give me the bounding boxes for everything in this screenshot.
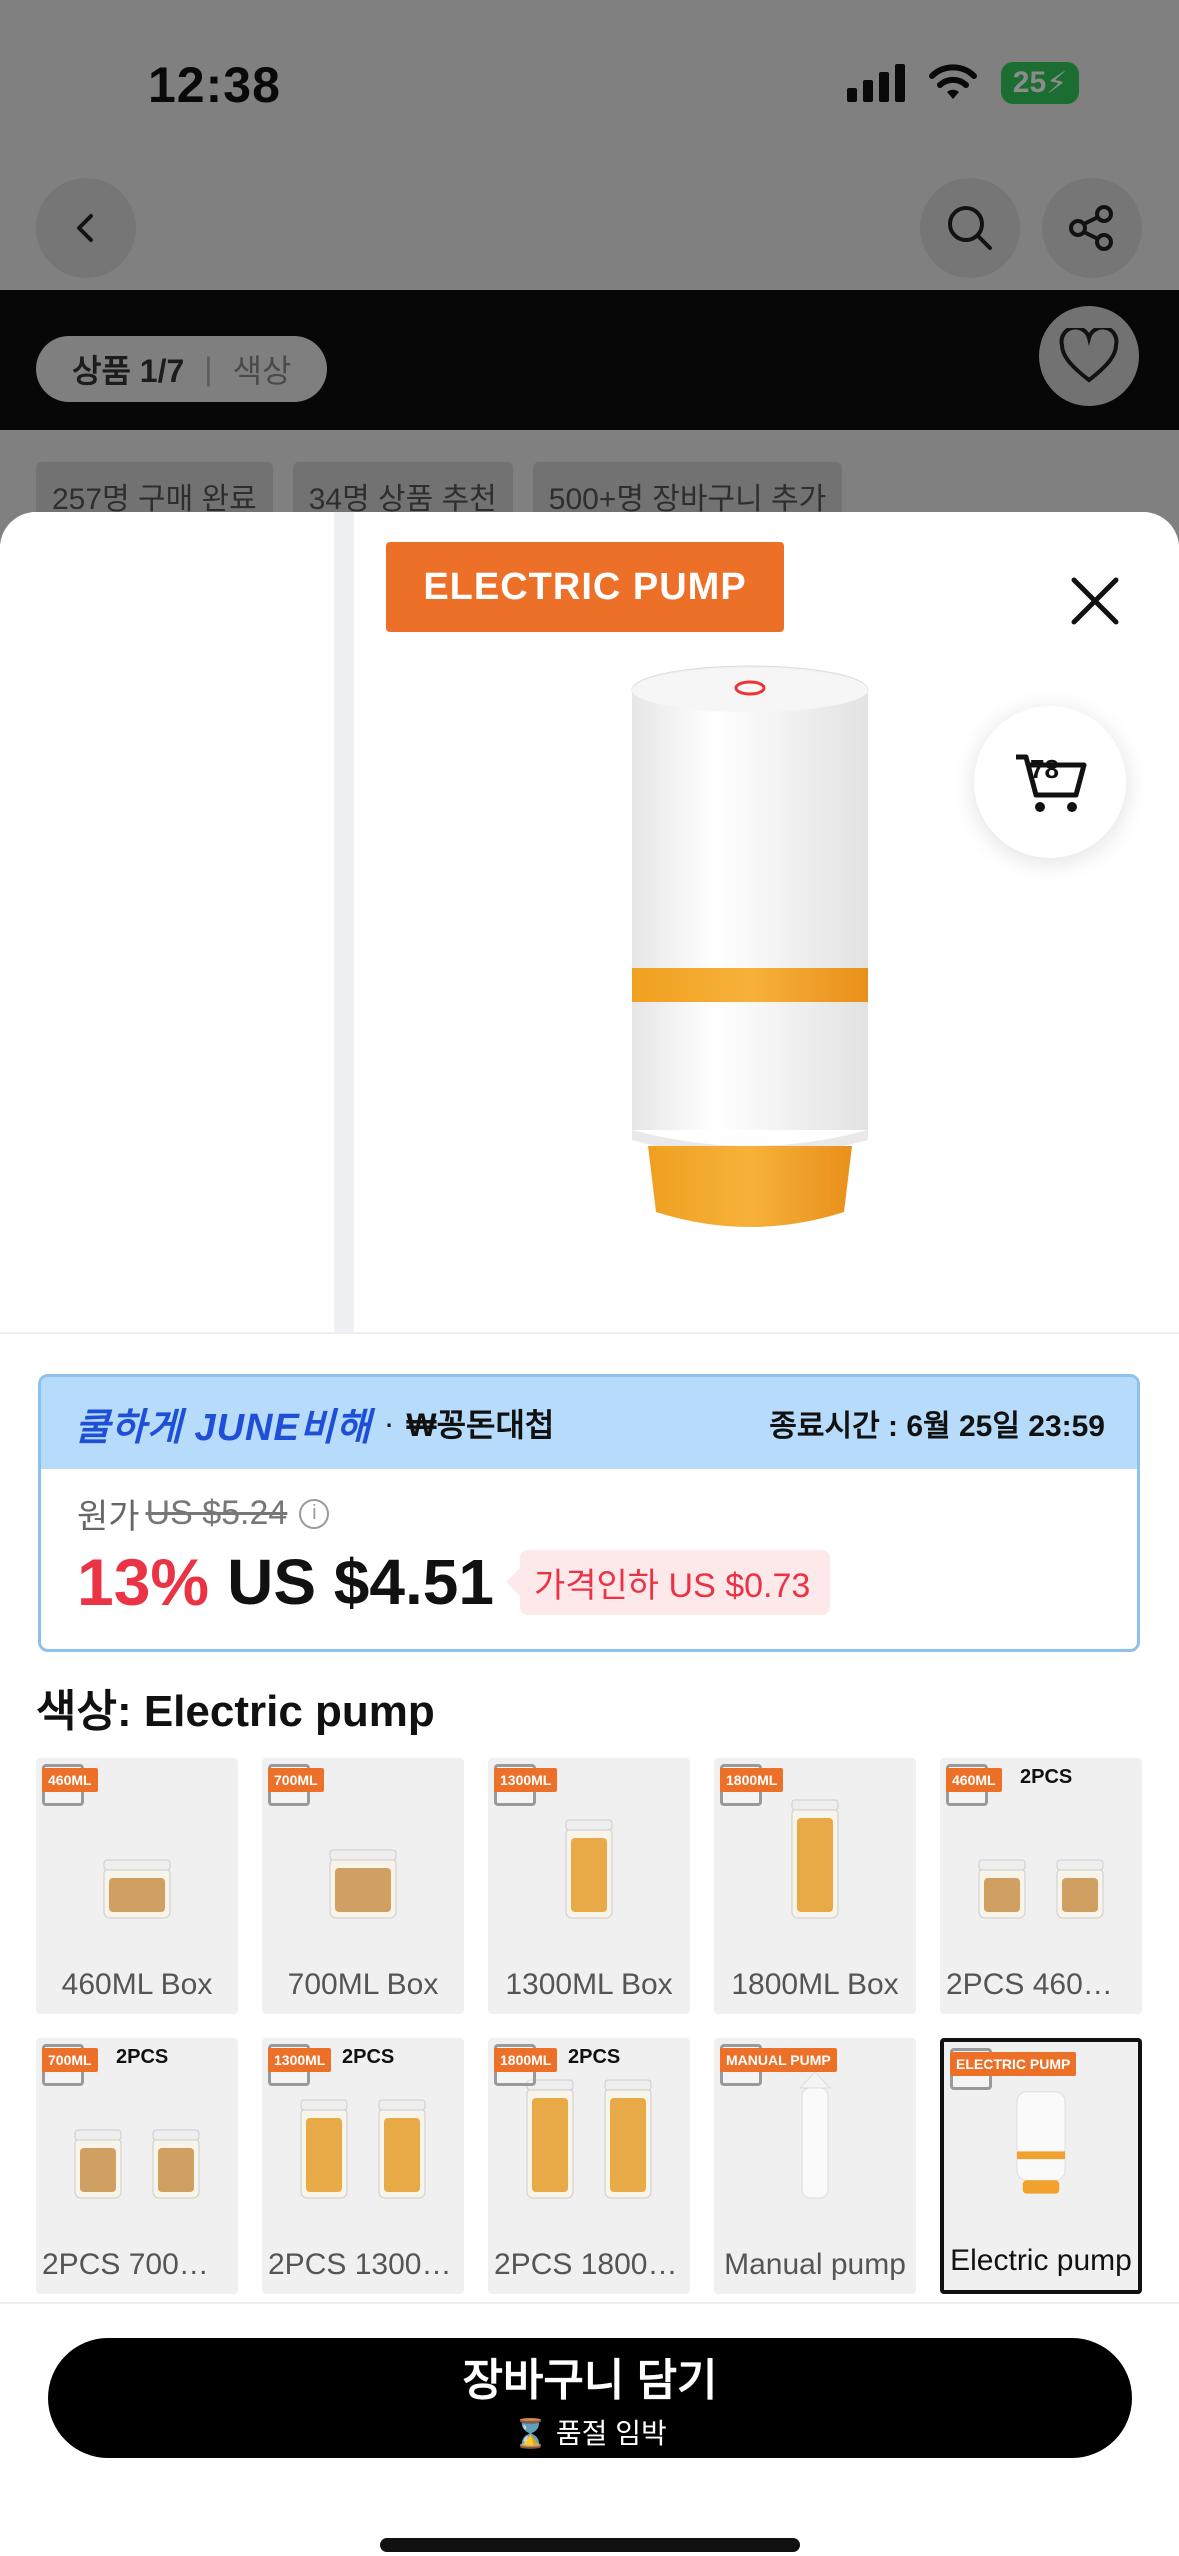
- promo-end-time: 종료시간 : 6월 25일 23:59: [769, 1410, 1105, 1443]
- option-badge: 700ML: [42, 2048, 98, 2072]
- option-pack-label: 2PCS: [116, 2046, 169, 2068]
- option-badge: MANUAL PUMP: [720, 2048, 837, 2072]
- color-option[interactable]: 460ML 2PCS 2PCS 460ML Box: [940, 1758, 1142, 2014]
- price-drop-tag: 가격인하 US $0.73: [505, 1549, 831, 1615]
- color-option[interactable]: 700ML 700ML Box: [262, 1758, 464, 2014]
- original-price-row: 원가 US $5.24 i: [77, 1489, 1101, 1538]
- option-badge: ELECTRIC PUMP: [950, 2052, 1077, 2076]
- promo-header: 쿨하게 JUNE비해 · ₩꽁돈대첩 종료시간 : 6월 25일 23:59: [41, 1377, 1137, 1469]
- option-badge: 700ML: [268, 1768, 324, 1792]
- promo-price-box: 쿨하게 JUNE비해 · ₩꽁돈대첩 종료시간 : 6월 25일 23:59 원…: [38, 1374, 1140, 1652]
- current-price: US $4.51: [227, 1546, 494, 1618]
- option-pack-label: 2PCS: [1020, 1766, 1073, 1788]
- image-tag: ELECTRIC PUMP: [386, 542, 784, 632]
- option-badge: 1800ML: [494, 2048, 558, 2072]
- color-option[interactable]: MANUAL PUMP Manual pump: [714, 2038, 916, 2294]
- selected-color-title: 색상: Electric pump: [36, 1687, 435, 1736]
- cart-count: 78: [1030, 754, 1059, 784]
- option-badge: 1300ML: [268, 2048, 332, 2072]
- color-option[interactable]: 460ML 460ML Box: [36, 1758, 238, 2014]
- carousel-divider: [334, 512, 354, 1334]
- cart-button[interactable]: 78: [974, 706, 1126, 858]
- option-pack-label: 2PCS: [568, 2046, 621, 2068]
- color-option[interactable]: 1800ML 2PCS 2PCS 1800ML Box: [488, 2038, 690, 2294]
- option-badge: 460ML: [42, 1768, 98, 1792]
- discount-percent: 13%: [77, 1545, 210, 1619]
- variant-sheet: ELECTRIC PUMP 78 쿨하게 JUNE비해 · ₩꽁돈대첩 종료시간…: [0, 512, 1179, 2556]
- option-badge: 460ML: [946, 1768, 1002, 1792]
- option-label: 2PCS 1800ML Box: [494, 2248, 690, 2281]
- hero-divider-line: [0, 1332, 1179, 1334]
- option-badge: 1300ML: [494, 1768, 558, 1792]
- option-label: 700ML Box: [287, 1968, 439, 2001]
- promo-brand: 쿨하게 JUNE비해: [75, 1406, 372, 1449]
- color-option[interactable]: 1300ML 2PCS 2PCS 1300ML Box: [262, 2038, 464, 2294]
- color-option[interactable]: 700ML 2PCS 2PCS 700ML Box: [36, 2038, 238, 2294]
- color-option[interactable]: ELECTRIC PUMP Electric pump: [940, 2038, 1142, 2294]
- promo-separator: ·: [383, 1404, 395, 1441]
- option-label: Manual pump: [724, 2248, 906, 2281]
- add-to-cart-label: 장바구니 담기: [462, 2356, 718, 2405]
- option-label: 1300ML Box: [505, 1968, 673, 2001]
- close-icon[interactable]: [1060, 566, 1130, 636]
- home-indicator[interactable]: [380, 2538, 800, 2552]
- low-stock-label: ⌛ 품절 임박: [513, 2418, 667, 2449]
- option-label: 2PCS 460ML Box: [946, 1968, 1142, 2001]
- current-price-row: 13% US $4.51 가격인하 US $0.73: [77, 1544, 1101, 1620]
- color-option[interactable]: 1800ML 1800ML Box: [714, 1758, 916, 2014]
- promo-subtitle: ₩꽁돈대첩: [406, 1407, 555, 1443]
- color-option[interactable]: 1300ML 1300ML Box: [488, 1758, 690, 2014]
- original-price-label: 원가: [77, 1498, 140, 1536]
- sheet-footer: 장바구니 담기 ⌛ 품절 임박: [0, 2302, 1179, 2556]
- price-section: 원가 US $5.24 i 13% US $4.51 가격인하 US $0.73: [41, 1469, 1137, 1640]
- add-to-cart-button[interactable]: 장바구니 담기 ⌛ 품절 임박: [48, 2338, 1132, 2458]
- option-label: 2PCS 1300ML Box: [268, 2248, 464, 2281]
- electric-pump-image: [631, 665, 869, 1227]
- option-label: Electric pump: [950, 2244, 1132, 2277]
- option-label: 1800ML Box: [731, 1968, 899, 2001]
- previous-image-peek: [0, 512, 334, 1334]
- option-pack-label: 2PCS: [342, 2046, 395, 2068]
- option-label: 460ML Box: [61, 1968, 213, 2001]
- option-label: 2PCS 700ML Box: [42, 2248, 238, 2281]
- option-badge: 1800ML: [720, 1768, 784, 1792]
- info-icon[interactable]: i: [299, 1498, 330, 1529]
- original-price: US $5.24: [145, 1494, 288, 1532]
- product-image-carousel[interactable]: ELECTRIC PUMP 78: [0, 512, 1179, 1334]
